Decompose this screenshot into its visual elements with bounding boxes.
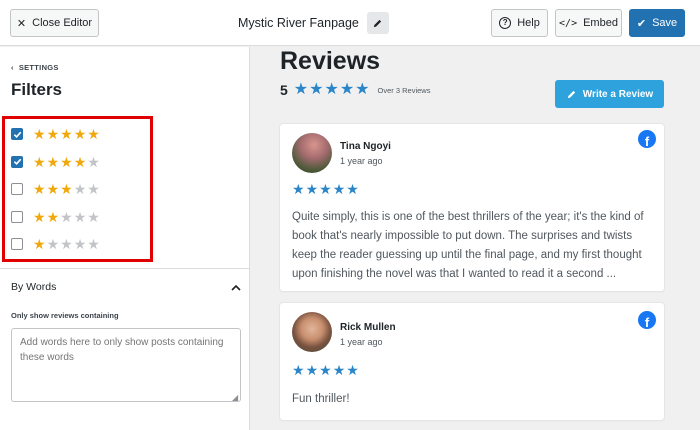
review-card: Tina Ngoyi 1 year ago f ★ ★ ★ ★ ★ Quite simp… — [280, 124, 664, 291]
star-icon: ★ — [346, 362, 359, 378]
star-icon: ★ — [319, 362, 332, 378]
star-icon: ★ — [293, 81, 309, 98]
top-bar: ✕ Close Editor Mystic River Fanpage ? He… — [0, 0, 700, 46]
facebook-icon[interactable]: f — [638, 130, 656, 148]
section-divider — [0, 268, 250, 269]
review-card: Rick Mullen 1 year ago f ★ ★ ★ ★ ★ Fun thril… — [280, 303, 664, 420]
chevron-up-icon — [231, 284, 241, 291]
star-icon: ★ — [319, 181, 332, 197]
review-text: Quite simply, this is one of the best th… — [292, 211, 644, 280]
edit-title-button[interactable] — [366, 12, 389, 34]
average-rating: 5 — [280, 82, 288, 98]
star-icon: ★ — [324, 81, 339, 98]
reviews-preview: Reviews 5 ★ ★ ★ ★ ★ Over 3 Reviews Write a R… — [265, 47, 700, 430]
star-icon: ★ — [309, 81, 324, 98]
review-stars: ★ ★ ★ ★ ★ — [292, 182, 359, 196]
avatar — [292, 312, 332, 352]
star-icon: ★ — [355, 81, 370, 98]
save-label: Save — [652, 17, 678, 29]
chevron-left-icon: ‹ — [11, 63, 14, 72]
review-stars: ★ ★ ★ ★ ★ — [292, 363, 359, 377]
close-icon: ✕ — [16, 17, 27, 30]
review-count: Over 3 Reviews — [377, 85, 431, 95]
star-icon: ★ — [292, 362, 305, 378]
reviewer-name: Rick Mullen — [340, 322, 396, 333]
summary-stars: ★ ★ ★ ★ ★ — [294, 82, 370, 98]
section-title: By Words — [11, 281, 57, 293]
review-time: 1 year ago — [340, 156, 383, 166]
write-review-label: Write a Review — [582, 88, 654, 100]
review-text: Fun thriller! — [292, 393, 350, 405]
review-time: 1 year ago — [340, 337, 383, 347]
words-filter-input[interactable] — [11, 328, 241, 402]
star-icon: ★ — [292, 181, 305, 197]
embed-label: Embed — [583, 17, 618, 29]
embed-button[interactable]: </> Embed — [555, 9, 622, 37]
pencil-icon — [567, 90, 575, 98]
reviews-heading: Reviews — [280, 47, 381, 75]
star-icon: ★ — [305, 181, 319, 197]
filters-sidebar: ‹ SETTINGS Filters ★ ★ ★ ★ ★ ★ ★ ★ ★ ★ ★ ★ ★ ★ ★ ★ ★ ★ ★ ★ ★… — [0, 47, 250, 430]
star-icon: ★ — [339, 81, 355, 98]
avatar — [292, 133, 332, 173]
star-icon: ★ — [305, 362, 319, 378]
back-to-settings-link[interactable]: ‹ SETTINGS — [11, 63, 59, 72]
sidebar-title: Filters — [11, 80, 63, 99]
close-editor-button[interactable]: ✕ Close Editor — [10, 9, 99, 37]
highlight-box — [2, 116, 153, 262]
help-button[interactable]: ? Help — [491, 9, 548, 37]
help-label: Help — [517, 17, 540, 29]
words-field-label: Only show reviews containing — [11, 311, 119, 320]
save-button[interactable]: ✔ Save — [629, 9, 685, 37]
rating-summary: 5 ★ ★ ★ ★ ★ Over 3 Reviews — [280, 82, 431, 99]
star-icon: ★ — [332, 181, 346, 197]
back-link-label: SETTINGS — [18, 63, 59, 72]
facebook-icon[interactable]: f — [638, 311, 656, 329]
reviewer-name: Tina Ngoyi — [340, 141, 391, 152]
code-icon: </> — [559, 17, 578, 29]
by-words-section-header[interactable]: By Words — [11, 281, 241, 293]
feed-title: Mystic River Fanpage — [238, 16, 359, 30]
close-editor-label: Close Editor — [32, 17, 93, 29]
resize-handle-icon[interactable]: ◢ — [232, 393, 238, 402]
write-review-button[interactable]: Write a Review — [555, 80, 664, 108]
help-icon: ? — [499, 17, 512, 29]
feed-title-group: Mystic River Fanpage — [238, 12, 389, 34]
pencil-icon — [374, 19, 382, 27]
checkmark-icon: ✔ — [636, 17, 647, 30]
star-icon: ★ — [346, 181, 359, 197]
star-icon: ★ — [332, 362, 346, 378]
